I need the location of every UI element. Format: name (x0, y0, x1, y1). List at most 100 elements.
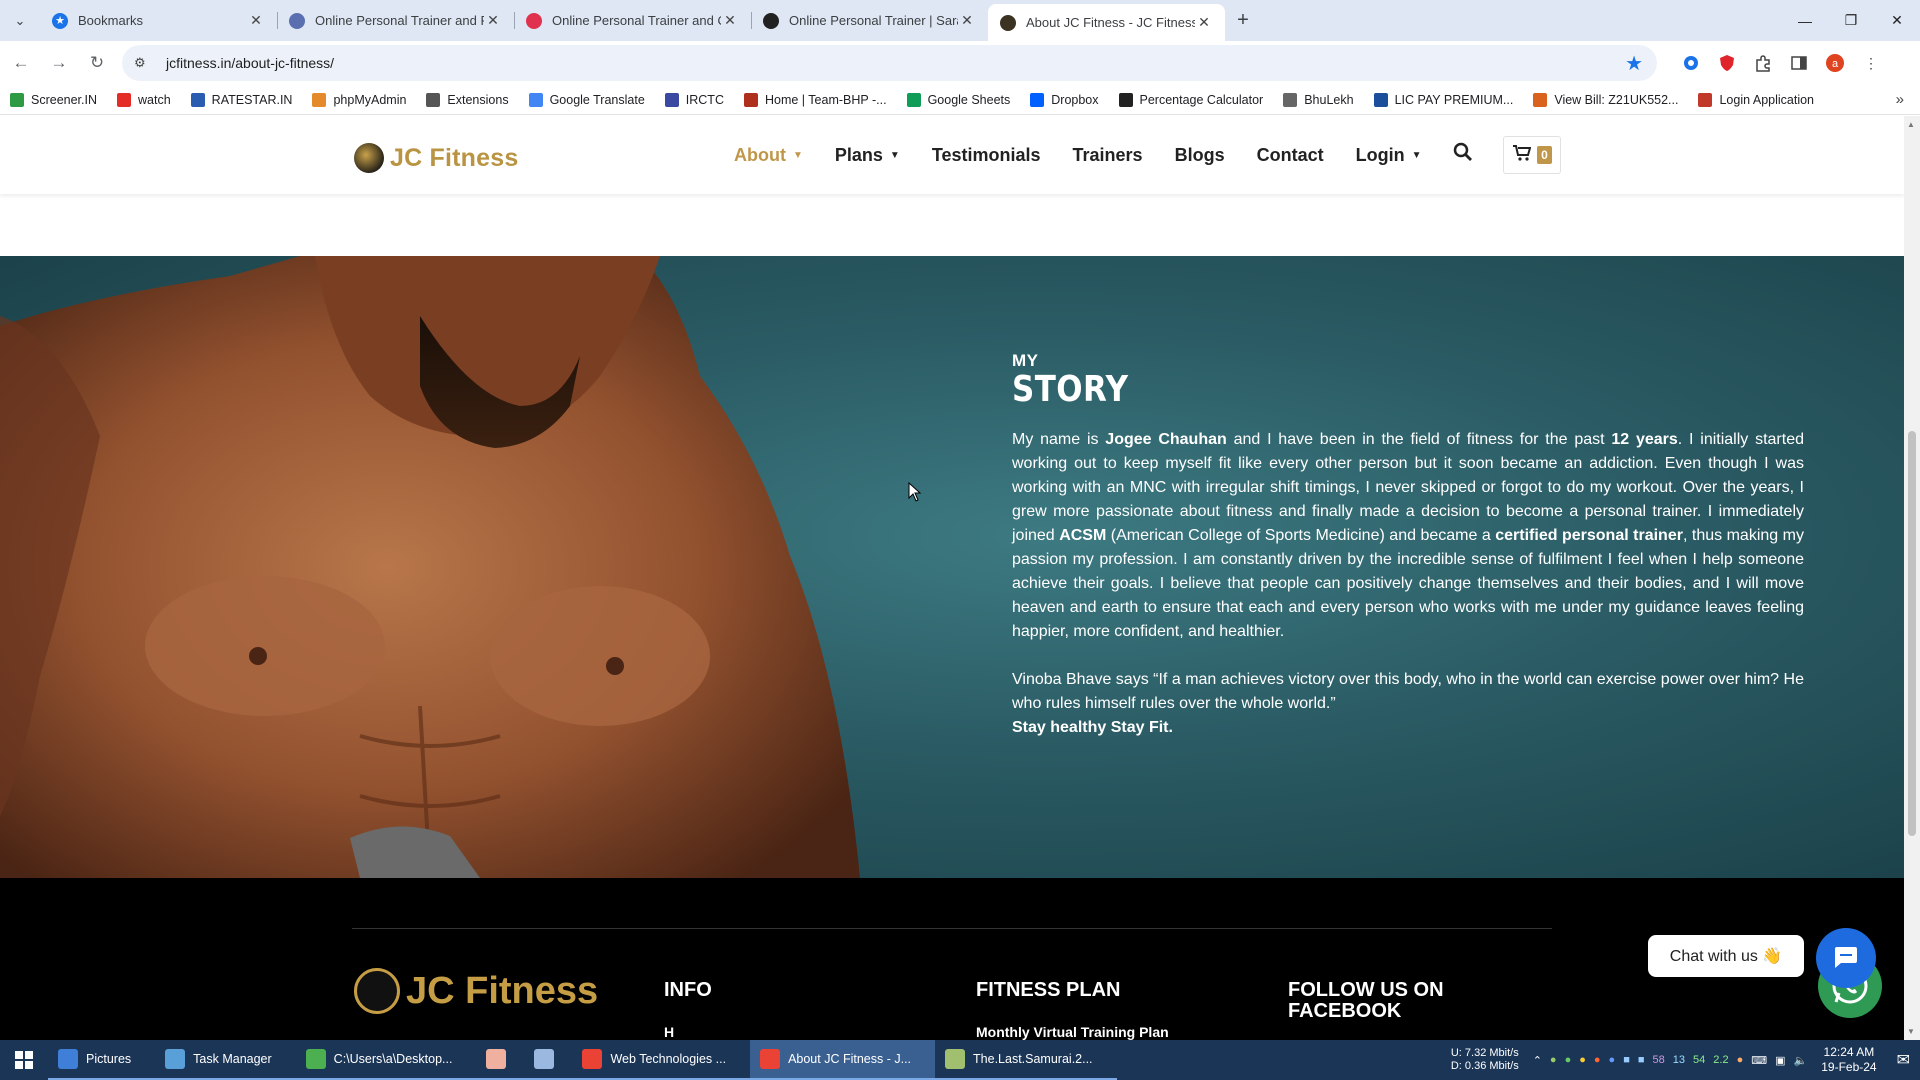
browser-tab[interactable]: Online Personal Trainer | Sarah ✕ (751, 4, 988, 37)
bookmark-item[interactable]: BhuLekh (1283, 92, 1354, 107)
search-icon[interactable] (1453, 142, 1473, 168)
close-tab-icon[interactable]: ✕ (1195, 14, 1213, 31)
taskbar-app[interactable] (524, 1040, 573, 1080)
restore-icon[interactable]: ❐ (1828, 0, 1874, 41)
tray-app-icon[interactable]: ● (1737, 1054, 1744, 1066)
menu-item-contact[interactable]: Contact (1257, 145, 1324, 166)
tab-search-button[interactable]: ⌄ (0, 0, 40, 41)
bookmark-item[interactable]: Screener.IN (10, 92, 98, 107)
site-info-icon[interactable]: ⚙ (134, 55, 156, 71)
chat-launcher-button[interactable] (1816, 928, 1876, 988)
bookmark-item[interactable]: RATESTAR.IN (190, 92, 292, 107)
logo-mark-icon (354, 143, 384, 173)
network-icon[interactable]: ▣ (1775, 1054, 1785, 1067)
close-tab-icon[interactable]: ✕ (484, 12, 502, 29)
scroll-up-icon[interactable]: ▲ (1907, 120, 1915, 129)
menu-item-testimonials[interactable]: Testimonials (932, 145, 1041, 166)
bookmark-item[interactable]: Percentage Calculator (1118, 92, 1263, 107)
page-scrollbar[interactable]: ▲ ▼ (1904, 116, 1920, 1040)
puzzle-icon[interactable] (1752, 52, 1774, 74)
reload-button[interactable]: ↻ (80, 46, 114, 80)
taskbar-app[interactable]: Task Manager (155, 1040, 296, 1080)
menu-item-plans[interactable]: Plans ▼ (835, 145, 900, 166)
chat-icon (1835, 947, 1857, 968)
bookmark-item[interactable]: Login Application (1698, 92, 1814, 107)
bookmark-star-icon[interactable]: ★ (1625, 51, 1643, 76)
taskbar-app[interactable]: The.Last.Samurai.2... (935, 1040, 1117, 1080)
taskbar-app[interactable]: Pictures (48, 1040, 156, 1080)
system-clock[interactable]: 12:24 AM 19-Feb-24 (1821, 1045, 1876, 1075)
bookmark-label: Screener.IN (31, 92, 98, 107)
browser-tab[interactable]: ★ Bookmarks ✕ (40, 4, 277, 37)
taskbar-app[interactable] (476, 1040, 525, 1080)
shield-extension-icon[interactable] (1716, 52, 1738, 74)
caret-down-icon: ▼ (889, 149, 900, 161)
close-tab-icon[interactable]: ✕ (721, 12, 739, 29)
system-tray: U: 7.32 Mbit/s D: 0.36 Mbit/s ⌃ ● ● ● ● … (1451, 1040, 1920, 1080)
menu-item-login[interactable]: Login ▼ (1356, 145, 1422, 166)
close-icon[interactable]: ✕ (1874, 0, 1920, 41)
site-logo[interactable]: JC Fitness (354, 143, 518, 173)
bookmark-item[interactable]: Dropbox (1030, 92, 1099, 107)
taskbar-app[interactable]: About JC Fitness - J... (750, 1040, 936, 1080)
taskbar-app[interactable]: C:\Users\a\Desktop... (295, 1040, 477, 1080)
bookmark-item[interactable]: watch (117, 92, 171, 107)
footer-logo[interactable]: JC Fitness (354, 968, 598, 1014)
address-bar[interactable]: ⚙ jcfitness.in/about-jc-fitness/ ★ (122, 45, 1657, 81)
extension-icon[interactable] (1680, 52, 1702, 74)
chat-with-us-bubble[interactable]: Chat with us 👋 (1648, 935, 1804, 977)
tray-app-icon[interactable]: ● (1565, 1054, 1572, 1066)
tray-app-icon[interactable]: ■ (1623, 1054, 1630, 1066)
bookmark-item[interactable]: LIC PAY PREMIUM... (1373, 92, 1513, 107)
bookmark-item[interactable]: View Bill: Z21UK552... (1533, 92, 1678, 107)
bookmarks-bar: Screener.IN watch RATESTAR.IN phpMyAdmin Ext… (0, 85, 1920, 115)
menu-item-trainers[interactable]: Trainers (1073, 145, 1143, 166)
tray-app-icon[interactable]: ● (1550, 1054, 1557, 1066)
volume-icon[interactable]: 🔈 (1794, 1054, 1808, 1067)
bookmark-item[interactable]: phpMyAdmin (312, 92, 406, 107)
notification-icon[interactable]: ✉ (1897, 1050, 1910, 1070)
menu-item-label: Testimonials (931, 144, 1041, 165)
story-text: and I have been in the field of fitness … (1226, 431, 1612, 448)
browser-tab[interactable]: Online Personal Trainer and Fitn ✕ (277, 4, 514, 37)
browser-tab[interactable]: Online Personal Trainer and Onl ✕ (514, 4, 751, 37)
tray-app-icon[interactable]: ● (1594, 1054, 1601, 1066)
menu-item-blogs[interactable]: Blogs (1175, 145, 1225, 166)
bookmark-item[interactable]: Extensions (426, 92, 509, 107)
chevron-up-icon[interactable]: ⌃ (1533, 1054, 1542, 1067)
menu-items: About ▼ Plans ▼ Testimonials Trainers Blogs Con… (734, 145, 1453, 166)
arrow-right-icon: → (50, 53, 68, 72)
menu-kebab-icon[interactable]: ⋮ (1860, 52, 1882, 74)
footer-info-link[interactable]: H (664, 1024, 674, 1040)
menu-item-about[interactable]: About ▼ (734, 145, 803, 166)
new-tab-button[interactable]: + (1225, 4, 1261, 37)
menu-item-label: About (734, 144, 786, 165)
back-button[interactable]: ← (4, 46, 38, 80)
tab-strip: ⌄ ★ Bookmarks ✕ Online Personal Trainer and… (0, 0, 1920, 41)
chevron-right-double-icon[interactable]: » (1896, 91, 1904, 108)
taskbar-app[interactable]: Web Technologies ... (572, 1040, 751, 1080)
forward-button[interactable]: → (42, 46, 76, 80)
footer-plan-link[interactable]: Monthly Virtual Training Plan (976, 1024, 1169, 1040)
minimize-icon[interactable]: — (1782, 0, 1828, 41)
start-button[interactable] (0, 1040, 48, 1080)
profile-avatar[interactable]: a (1824, 52, 1846, 74)
browser-tab[interactable]: About JC Fitness - JC Fitness ✕ (988, 4, 1225, 41)
scrollbar-thumb[interactable] (1908, 431, 1916, 836)
cart-button[interactable]: 0 (1503, 136, 1562, 174)
close-tab-icon[interactable]: ✕ (958, 12, 976, 29)
bookmark-item[interactable]: Home | Team-BHP -... (743, 92, 887, 107)
app-icon (582, 1049, 603, 1069)
bookmark-item[interactable]: IRCTC (664, 92, 724, 107)
tray-app-icon[interactable]: ● (1579, 1054, 1586, 1066)
bookmark-item[interactable]: Google Sheets (906, 92, 1010, 107)
menu-item-label: Trainers (1072, 144, 1143, 165)
bookmark-item[interactable]: Google Translate (528, 92, 645, 107)
tray-app-icon[interactable]: ■ (1638, 1054, 1645, 1066)
keyboard-icon[interactable]: ⌨ (1751, 1054, 1767, 1067)
footer-follow-heading: FOLLOW US ON FACEBOOK (1288, 980, 1444, 1022)
scroll-down-icon[interactable]: ▼ (1907, 1027, 1915, 1036)
tray-app-icon[interactable]: ● (1609, 1054, 1616, 1066)
close-tab-icon[interactable]: ✕ (247, 12, 265, 29)
side-panel-icon[interactable] (1788, 52, 1810, 74)
